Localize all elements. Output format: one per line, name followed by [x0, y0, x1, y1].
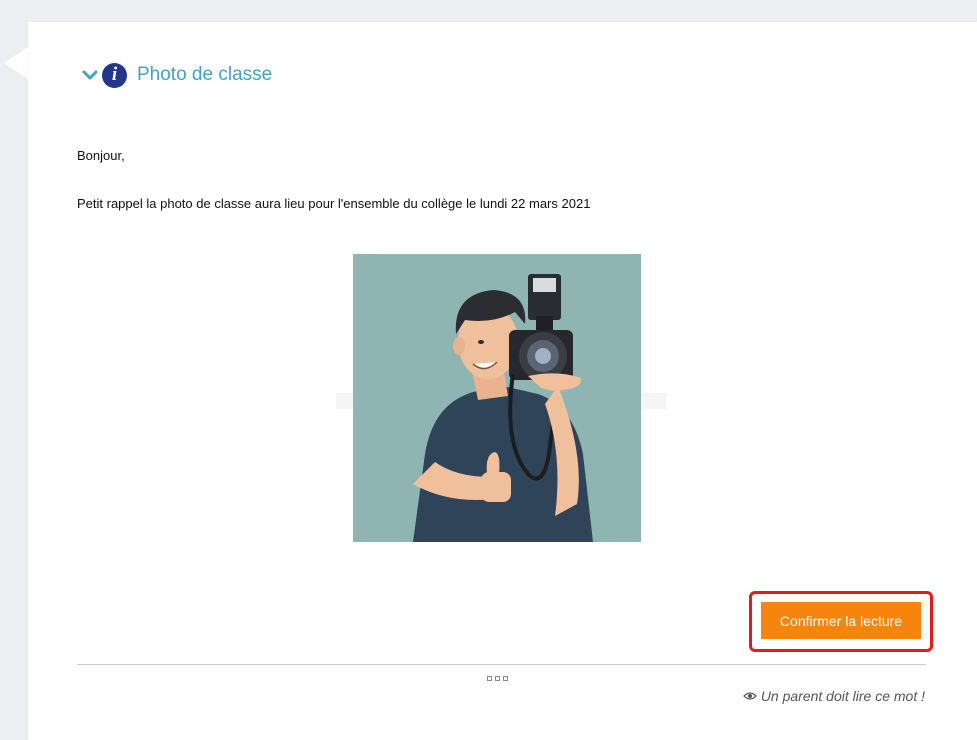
- read-notice: Un parent doit lire ce mot !: [742, 688, 925, 704]
- dot: [495, 676, 500, 681]
- dot: [487, 676, 492, 681]
- greeting-text: Bonjour,: [77, 148, 125, 163]
- read-notice-text: Un parent doit lire ce mot !: [760, 688, 925, 704]
- body-text: Petit rappel la photo de classe aura lie…: [77, 196, 591, 211]
- message-title: Photo de classe: [137, 64, 273, 85]
- footer-divider: [77, 664, 926, 665]
- info-icon: i: [102, 62, 127, 88]
- chevron-down-icon[interactable]: [82, 67, 98, 83]
- more-dots-icon[interactable]: [487, 676, 508, 681]
- eye-icon: [742, 692, 757, 700]
- dot: [503, 676, 508, 681]
- message-header[interactable]: i Photo de classe: [82, 62, 272, 88]
- message-card: i Photo de classe Bonjour, Petit rappel …: [28, 22, 977, 740]
- confirm-reading-button[interactable]: Confirmer la lecture: [761, 602, 921, 639]
- photographer-image: [353, 254, 641, 542]
- card-pointer: [4, 47, 28, 79]
